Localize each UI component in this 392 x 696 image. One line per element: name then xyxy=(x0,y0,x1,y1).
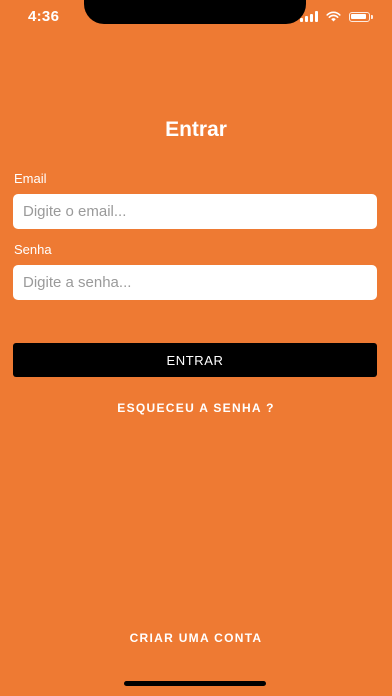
signal-icon xyxy=(300,11,318,22)
status-time: 4:36 xyxy=(28,8,60,25)
login-button[interactable]: ENTRAR xyxy=(13,343,377,377)
home-indicator xyxy=(124,681,266,686)
battery-icon xyxy=(349,11,373,22)
password-label: Senha xyxy=(14,242,52,257)
password-field[interactable] xyxy=(13,265,377,300)
status-icons xyxy=(300,11,373,22)
status-bar: 4:36 xyxy=(0,0,392,36)
forgot-password-link[interactable]: ESQUECEU A SENHA ? xyxy=(0,401,392,415)
device-notch xyxy=(84,0,306,24)
page-title: Entrar xyxy=(165,118,227,141)
create-account-link[interactable]: CRIAR UMA CONTA xyxy=(0,631,392,645)
wifi-icon xyxy=(326,11,341,22)
email-field[interactable] xyxy=(13,194,377,229)
email-label: Email xyxy=(14,171,47,186)
